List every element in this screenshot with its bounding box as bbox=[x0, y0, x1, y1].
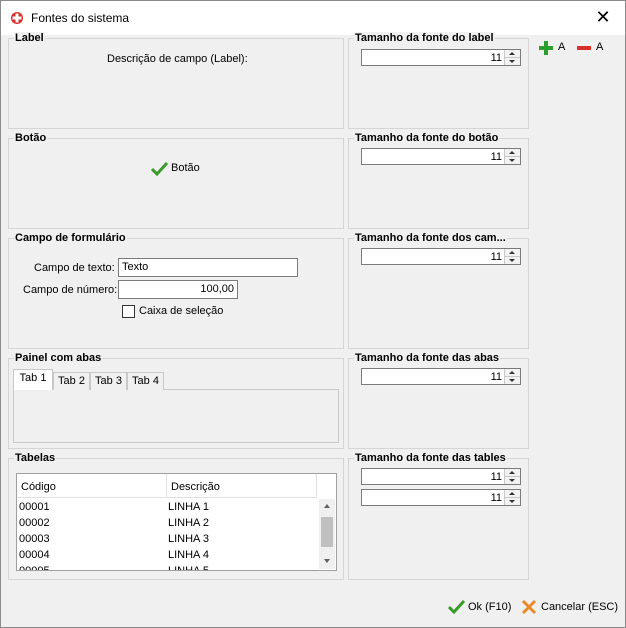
form-group-title: Campo de formulário bbox=[14, 232, 127, 244]
spinner-buttons bbox=[504, 369, 520, 384]
spin-down-icon[interactable] bbox=[505, 58, 520, 65]
tabs-font-size-spinner[interactable]: 11 bbox=[361, 368, 521, 385]
spin-up-icon[interactable] bbox=[505, 149, 520, 157]
scroll-down-icon[interactable] bbox=[324, 559, 330, 563]
button-font-size-value: 11 bbox=[490, 151, 502, 163]
spin-up-icon[interactable] bbox=[505, 490, 520, 498]
tabs-font-title: Tamanho da fonte das abas bbox=[354, 352, 501, 364]
checkbox-box bbox=[122, 305, 135, 318]
tables-group-title: Tabelas bbox=[14, 452, 57, 464]
decrease-font-button[interactable]: A bbox=[577, 40, 607, 56]
table-cell: 00001 bbox=[19, 501, 50, 513]
window-title: Fontes do sistema bbox=[31, 11, 130, 25]
button-group bbox=[8, 138, 344, 229]
tables-font-title: Tamanho da fonte das tables bbox=[354, 452, 507, 464]
minus-icon bbox=[577, 46, 591, 50]
label-group bbox=[8, 38, 344, 129]
table-cell: 00003 bbox=[19, 533, 50, 545]
spin-up-icon[interactable] bbox=[505, 50, 520, 58]
decrease-font-label: A bbox=[596, 41, 604, 53]
table-cell: LINHA 4 bbox=[168, 549, 209, 561]
text-field-label: Campo de texto: bbox=[34, 262, 115, 274]
tab-4[interactable]: Tab 4 bbox=[127, 372, 164, 390]
spin-down-icon[interactable] bbox=[505, 157, 520, 164]
tab-panel bbox=[13, 389, 339, 443]
button-font-title: Tamanho da fonte do botão bbox=[354, 132, 500, 144]
table-cell: 00005 bbox=[19, 565, 50, 571]
label-font-size-value: 11 bbox=[490, 52, 502, 64]
spinner-buttons bbox=[504, 469, 520, 484]
sample-button-label: Botão bbox=[171, 162, 200, 174]
table-body-font-size-spinner[interactable]: 11 bbox=[361, 489, 521, 506]
tab-3[interactable]: Tab 3 bbox=[90, 372, 127, 390]
increase-font-button[interactable]: A bbox=[539, 40, 569, 56]
tab-2[interactable]: Tab 2 bbox=[53, 372, 90, 390]
number-field-label: Campo de número: bbox=[23, 284, 118, 296]
spin-up-icon[interactable] bbox=[505, 469, 520, 477]
vertical-scrollbar[interactable] bbox=[319, 499, 335, 569]
table-body-font-size-value: 11 bbox=[490, 492, 502, 504]
text-field[interactable]: Texto bbox=[118, 258, 298, 277]
plus-icon bbox=[539, 41, 553, 55]
cancel-button[interactable]: Cancelar (ESC) bbox=[521, 598, 619, 616]
table-header-font-size-value: 11 bbox=[490, 471, 502, 483]
label-group-title: Label bbox=[14, 32, 45, 44]
spin-down-icon[interactable] bbox=[505, 377, 520, 384]
label-font-title: Tamanho da fonte do label bbox=[354, 32, 495, 44]
tab-1[interactable]: Tab 1 bbox=[13, 369, 53, 390]
number-field[interactable]: 100,00 bbox=[118, 280, 238, 299]
sample-button[interactable]: Botão bbox=[151, 160, 206, 178]
spin-up-icon[interactable] bbox=[505, 249, 520, 257]
spin-down-icon[interactable] bbox=[505, 257, 520, 264]
sample-table[interactable]: Código Descrição 00001 LINHA 1 00002 LIN… bbox=[16, 473, 337, 571]
ok-button-label: Ok (F10) bbox=[468, 601, 512, 613]
table-row[interactable]: 00002 LINHA 2 bbox=[17, 515, 317, 531]
label-font-size-spinner[interactable]: 11 bbox=[361, 49, 521, 66]
table-row[interactable]: 00004 LINHA 4 bbox=[17, 547, 317, 563]
cancel-icon bbox=[521, 599, 537, 615]
label-sample: Descrição de campo (Label): bbox=[107, 53, 248, 65]
app-icon bbox=[11, 12, 23, 24]
table-cell: LINHA 2 bbox=[168, 517, 209, 529]
spin-down-icon[interactable] bbox=[505, 498, 520, 505]
table-row[interactable]: 00003 LINHA 3 bbox=[17, 531, 317, 547]
table-header-font-size-spinner[interactable]: 11 bbox=[361, 468, 521, 485]
spinner-buttons bbox=[504, 50, 520, 65]
tabs-group-title: Painel com abas bbox=[14, 352, 103, 364]
check-icon bbox=[151, 161, 168, 176]
table-cell: LINHA 1 bbox=[168, 501, 209, 513]
table-cell: LINHA 3 bbox=[168, 533, 209, 545]
spin-up-icon[interactable] bbox=[505, 369, 520, 377]
checkbox[interactable]: Caixa de seleção bbox=[122, 305, 242, 319]
cancel-button-label: Cancelar (ESC) bbox=[541, 601, 619, 613]
ok-button[interactable]: Ok (F10) bbox=[448, 598, 514, 616]
spinner-buttons bbox=[504, 149, 520, 164]
close-icon[interactable]: ✕ bbox=[593, 7, 613, 27]
spinner-buttons bbox=[504, 249, 520, 264]
column-header-descricao[interactable]: Descrição bbox=[167, 474, 317, 498]
column-header-codigo[interactable]: Código bbox=[17, 474, 167, 498]
table-row[interactable]: 00001 LINHA 1 bbox=[17, 499, 317, 515]
tabs-font-size-value: 11 bbox=[490, 371, 502, 383]
spinner-buttons bbox=[504, 490, 520, 505]
table-row[interactable]: 00005 LINHA 5 bbox=[17, 563, 317, 571]
table-cell: LINHA 5 bbox=[168, 565, 209, 571]
form-font-title: Tamanho da fonte dos cam... bbox=[354, 232, 507, 244]
scroll-up-icon[interactable] bbox=[324, 504, 330, 508]
button-font-size-spinner[interactable]: 11 bbox=[361, 148, 521, 165]
dialog-window: Fontes do sistema ✕ A A Label Descrição … bbox=[0, 0, 626, 628]
form-font-size-spinner[interactable]: 11 bbox=[361, 248, 521, 265]
form-font-size-value: 11 bbox=[490, 251, 502, 263]
spin-down-icon[interactable] bbox=[505, 477, 520, 484]
scroll-thumb[interactable] bbox=[321, 517, 333, 547]
checkbox-label: Caixa de seleção bbox=[139, 305, 224, 317]
check-icon bbox=[448, 599, 465, 614]
increase-font-label: A bbox=[558, 41, 566, 53]
title-bar: Fontes do sistema ✕ bbox=[1, 1, 625, 35]
button-group-title: Botão bbox=[14, 132, 48, 144]
table-cell: 00002 bbox=[19, 517, 50, 529]
table-cell: 00004 bbox=[19, 549, 50, 561]
